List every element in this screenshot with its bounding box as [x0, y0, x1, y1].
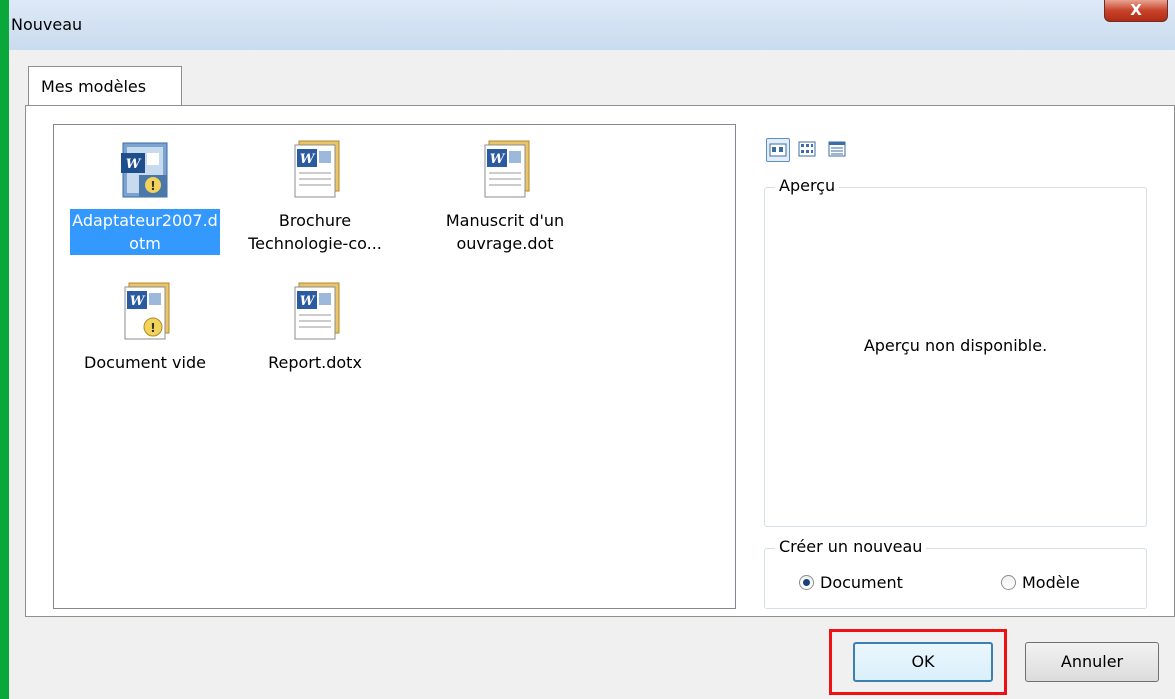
radio-document[interactable]: Document [799, 573, 903, 592]
word-template-icon: W [484, 140, 530, 198]
word-template-icon: W [294, 140, 340, 198]
template-item[interactable]: W Report.dotx [224, 281, 406, 374]
svg-text:W: W [130, 294, 146, 309]
svg-text:!: ! [150, 321, 155, 335]
tab-mes-modeles[interactable]: Mes modèles [28, 66, 182, 106]
large-icons-view-button[interactable] [766, 138, 790, 162]
word-template-icon: W [294, 282, 340, 340]
create-new-group: Créer un nouveau Document Modèle [764, 537, 1147, 609]
radio-modele-label: Modèle [1022, 573, 1080, 592]
template-item[interactable]: W ! Document vide [54, 281, 236, 374]
svg-text:W: W [300, 152, 316, 167]
word-macro-template-icon: W ! [121, 142, 168, 198]
tab-panel: W ! Adaptateur2007.d otm W Brochure Tech… [25, 105, 1175, 617]
preview-group: Aperçu Aperçu non disponible. [764, 176, 1147, 527]
close-button[interactable]: X [1104, 0, 1168, 22]
template-item[interactable]: W Brochure Technologie-co... [224, 139, 406, 255]
ok-highlight-annotation [829, 629, 1007, 695]
template-item[interactable]: W ! Adaptateur2007.d otm [54, 139, 236, 255]
template-list[interactable]: W ! Adaptateur2007.d otm W Brochure Tech… [53, 124, 736, 609]
svg-text:W: W [490, 152, 506, 167]
preview-legend: Aperçu [775, 176, 840, 195]
preview-message: Aperçu non disponible. [863, 336, 1048, 355]
svg-text:W: W [126, 157, 142, 172]
list-view-icon [798, 141, 816, 157]
svg-text:W: W [300, 294, 316, 309]
svg-text:!: ! [150, 179, 155, 193]
details-view-button[interactable] [826, 138, 850, 162]
details-view-icon [828, 141, 846, 157]
template-label: Document vide [84, 353, 206, 372]
template-item[interactable]: W Manuscrit d'un ouvrage.dot [414, 139, 596, 255]
list-view-button[interactable] [796, 138, 820, 162]
template-label: Adaptateur2007.d otm [70, 209, 220, 255]
template-label: Manuscrit d'un ouvrage.dot [445, 211, 565, 253]
template-label: Report.dotx [268, 353, 362, 372]
create-new-legend: Créer un nouveau [775, 537, 927, 556]
new-document-dialog: Nouveau X Mes modèles W ! Adaptateur2007… [9, 0, 1175, 699]
radio-modele-circle[interactable] [1001, 575, 1016, 590]
cancel-button[interactable]: Annuler [1025, 642, 1159, 682]
radio-document-circle[interactable] [799, 575, 814, 590]
radio-document-label: Document [820, 573, 903, 592]
title-bar[interactable]: Nouveau X [9, 0, 1175, 50]
large-icons-view-icon [769, 143, 787, 157]
radio-modele[interactable]: Modèle [1001, 573, 1080, 592]
word-macro-template-icon: W ! [124, 282, 170, 340]
dialog-title: Nouveau [11, 15, 83, 34]
template-label: Brochure Technologie-co... [248, 211, 382, 253]
